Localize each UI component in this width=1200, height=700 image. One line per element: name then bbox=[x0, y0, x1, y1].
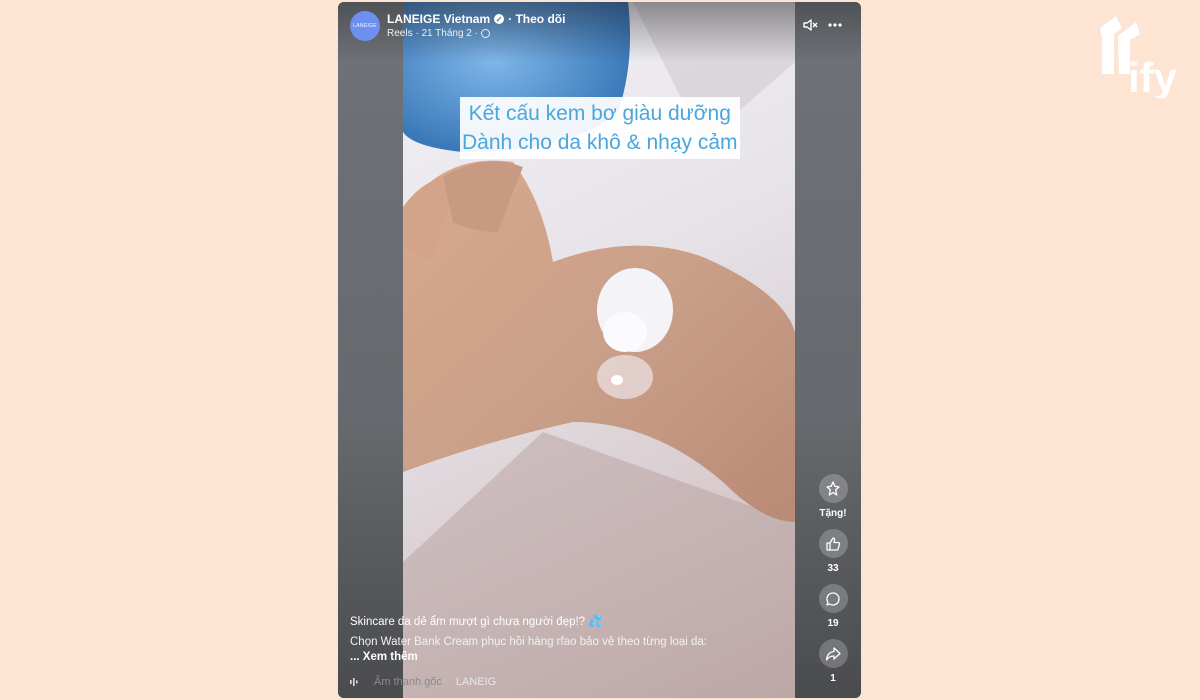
post-meta: Reels · 21 Tháng 2 · bbox=[387, 28, 490, 39]
video-letterbox-left bbox=[338, 2, 403, 698]
share-action[interactable]: 1 bbox=[818, 639, 848, 684]
gift-action[interactable]: Tặng! bbox=[818, 474, 848, 519]
share-arrow-icon bbox=[825, 646, 841, 661]
reel-card: Kết cấu kem bơ giàu dưỡng Dành cho da kh… bbox=[338, 2, 861, 698]
audio-wave-icon bbox=[350, 678, 358, 686]
mute-button[interactable] bbox=[800, 15, 820, 35]
video-caption-overlay: Kết cấu kem bơ giàu dưỡng Dành cho da kh… bbox=[460, 97, 740, 159]
page-avatar[interactable]: LANEIGE bbox=[350, 11, 380, 41]
comment-button[interactable] bbox=[818, 584, 848, 613]
description-line-1: Skincare da dẻ ẩm mượt gì chưa người đẹp… bbox=[350, 616, 603, 628]
audio-bar[interactable]: Âm thanh gốc LANEIG bbox=[350, 676, 496, 688]
verified-badge-icon: ✓ bbox=[494, 14, 505, 24]
brand-watermark-logo: ify bbox=[1100, 16, 1178, 98]
follow-button[interactable]: · Theo dõi bbox=[508, 12, 565, 26]
page-name-row: LANEIGE Vietnam ✓ · Theo dõi bbox=[387, 12, 565, 26]
like-action[interactable]: 33 bbox=[818, 529, 848, 574]
reel-video[interactable]: Kết cấu kem bơ giàu dưỡng Dành cho da kh… bbox=[403, 2, 795, 698]
post-description: Skincare da dẻ ẩm mượt gì chưa người đẹp… bbox=[350, 614, 750, 663]
share-button[interactable] bbox=[818, 639, 848, 668]
post-meta-text[interactable]: Reels · 21 Tháng 2 · bbox=[387, 28, 478, 39]
action-bar: Tặng! 33 19 1 bbox=[818, 474, 848, 694]
comment-count: 19 bbox=[827, 618, 839, 629]
watermark-text: ify bbox=[1128, 54, 1178, 98]
like-button[interactable] bbox=[818, 529, 848, 558]
gift-label: Tặng! bbox=[819, 508, 847, 519]
page-name-link[interactable]: LANEIGE Vietnam bbox=[387, 12, 490, 26]
see-more-link[interactable]: ... Xem thêm bbox=[350, 651, 750, 663]
more-dots-icon bbox=[828, 23, 842, 27]
description-line-2: Chọn Water Bank Cream phục hồi hàng rfao… bbox=[350, 636, 707, 648]
caption-line-1: Kết cấu kem bơ giàu dưỡng bbox=[468, 102, 731, 125]
share-count: 1 bbox=[830, 673, 836, 684]
star-sparkle-icon bbox=[826, 480, 840, 496]
gift-button[interactable] bbox=[818, 474, 848, 503]
comment-action[interactable]: 19 bbox=[818, 584, 848, 629]
comment-bubble-icon bbox=[826, 591, 840, 606]
speaker-muted-icon bbox=[803, 19, 818, 31]
like-count: 33 bbox=[827, 563, 839, 574]
globe-icon bbox=[480, 29, 490, 38]
thumbs-up-icon bbox=[826, 536, 841, 551]
reel-header: LANEIGE LANEIGE Vietnam ✓ · Theo dõi Ree… bbox=[338, 2, 861, 62]
audio-tag[interactable]: LANEIG bbox=[456, 676, 496, 688]
more-options-button[interactable] bbox=[825, 15, 845, 35]
caption-line-2: Dành cho da khô & nhạy cảm bbox=[462, 131, 738, 154]
audio-name[interactable]: Âm thanh gốc bbox=[374, 676, 442, 688]
avatar-text: LANEIGE bbox=[353, 23, 377, 29]
